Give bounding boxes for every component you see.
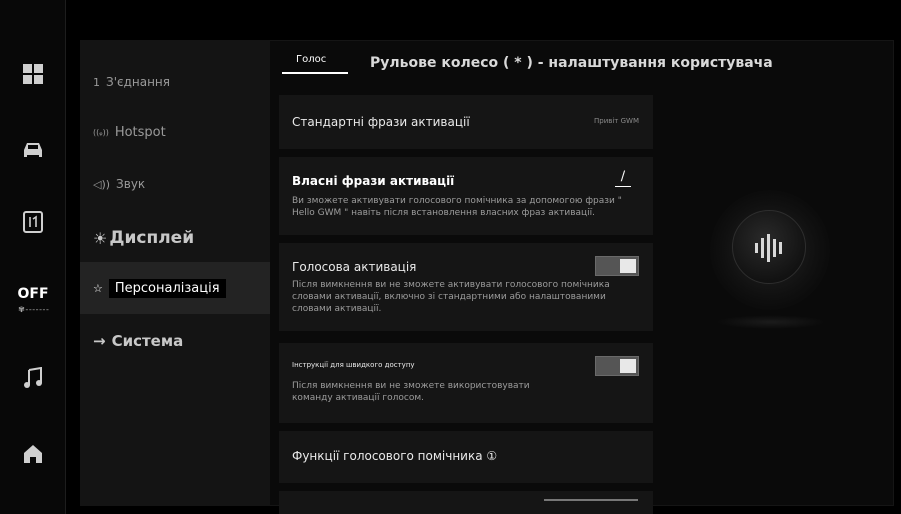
settings-menu: 1 З'єднання ((ᵩ)) Hotspot ◁)) Звук ☀ Дис… bbox=[80, 40, 270, 506]
edit-pencil-icon[interactable]: ∕ bbox=[615, 169, 631, 187]
speaker-icon: ◁)) bbox=[93, 177, 111, 191]
toggle-knob bbox=[620, 259, 636, 273]
voice-orb-reflection bbox=[716, 315, 826, 329]
slider-track bbox=[544, 499, 638, 501]
menu-item-label: З'єднання bbox=[106, 75, 170, 89]
hotspot-icon: ((ᵩ)) bbox=[93, 127, 109, 137]
quick-access-toggle[interactable] bbox=[595, 356, 639, 376]
voice-activation-row: Голосова активація Після вимкнення ви не… bbox=[279, 243, 653, 331]
car-icon[interactable] bbox=[0, 128, 66, 172]
tab-voice[interactable]: Голос bbox=[282, 52, 348, 74]
menu-item-system[interactable]: → Система bbox=[80, 330, 270, 352]
standard-phrases-row[interactable]: Стандартні фрази активації Привіт GWM bbox=[279, 95, 653, 149]
phone-screen-icon[interactable] bbox=[0, 200, 66, 244]
row-description: Після вимкнення ви не зможете використов… bbox=[292, 381, 530, 403]
quick-access-row: Інструкції для швидкого доступу Після ви… bbox=[279, 343, 653, 423]
star-icon: ☆ bbox=[93, 281, 103, 295]
ac-status: OFF bbox=[17, 285, 49, 302]
menu-item-label: Дисплей bbox=[109, 228, 195, 248]
row-description: Ви зможете активувати голосового помічни… bbox=[292, 196, 622, 218]
menu-item-hotspot[interactable]: ((ᵩ)) Hotspot bbox=[80, 120, 270, 144]
menu-item-label: Звук bbox=[116, 177, 146, 191]
fan-level: ✾ - - - - - - - bbox=[18, 304, 49, 314]
assistant-functions-row[interactable]: Функції голосового помічника ① bbox=[279, 431, 653, 483]
apps-grid-icon[interactable] bbox=[0, 52, 66, 96]
page-title: Рульове колесо ( * ) - налаштування кори… bbox=[370, 55, 773, 71]
home-icon[interactable] bbox=[0, 432, 66, 476]
sun-icon: ☀ bbox=[93, 228, 108, 248]
menu-item-personalization[interactable]: ☆ Персоналізація bbox=[80, 262, 270, 314]
row-title: Власні фрази активації bbox=[292, 174, 455, 188]
next-setting-row[interactable] bbox=[279, 491, 653, 514]
menu-item-sound[interactable]: ◁)) Звук bbox=[80, 174, 270, 194]
music-icon[interactable] bbox=[0, 356, 66, 400]
row-title: Голосова активація bbox=[292, 260, 417, 274]
voice-assistant-icon[interactable] bbox=[732, 210, 806, 284]
menu-item-label: Hotspot bbox=[114, 124, 166, 140]
ac-toggle-button[interactable]: OFF ✾ - - - - - - - bbox=[0, 278, 66, 322]
custom-phrases-row: Власні фрази активації ∕ Ви зможете акти… bbox=[279, 157, 653, 235]
menu-item-label: Система bbox=[111, 332, 184, 350]
row-value: Привіт GWM bbox=[593, 117, 639, 125]
menu-item-label: Персоналізація bbox=[108, 278, 226, 298]
menu-item-display[interactable]: ☀ Дисплей bbox=[80, 224, 270, 252]
row-title: Інструкції для швидкого доступу bbox=[292, 361, 415, 369]
menu-item-connections[interactable]: 1 З'єднання bbox=[80, 72, 270, 92]
connections-icon: 1 bbox=[93, 75, 100, 89]
toggle-knob bbox=[620, 359, 636, 373]
voice-activation-toggle[interactable] bbox=[595, 256, 639, 276]
arrow-right-icon: → bbox=[93, 332, 106, 350]
row-description: Після вимкнення ви не зможете активувати… bbox=[292, 280, 610, 314]
left-rail: OFF ✾ - - - - - - - bbox=[0, 0, 66, 514]
row-title: Функції голосового помічника ① bbox=[292, 449, 498, 463]
row-title: Стандартні фрази активації bbox=[292, 115, 470, 129]
